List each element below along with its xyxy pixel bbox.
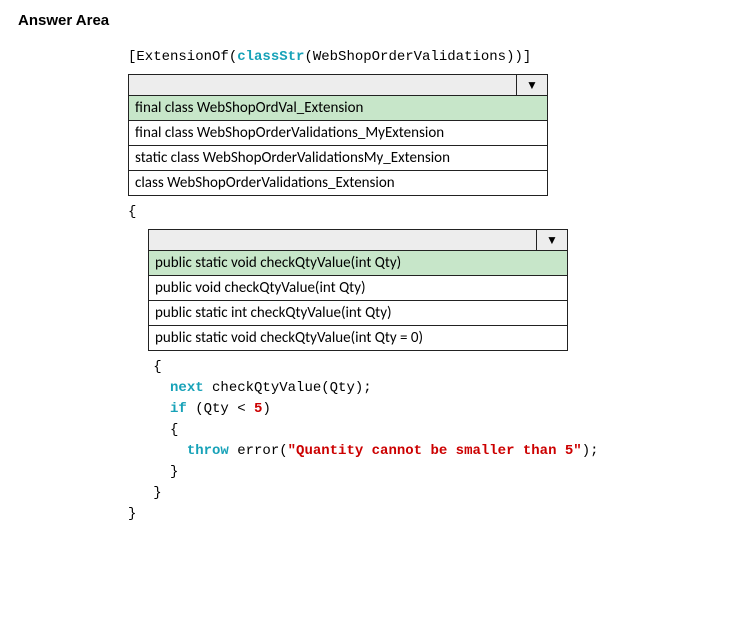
dropdown-option[interactable]: class WebShopOrderValidations_Extension — [128, 171, 548, 196]
attribute-line: [ExtensionOf(classStr(WebShopOrderValida… — [128, 47, 713, 68]
content-area: [ExtensionOf(classStr(WebShopOrderValida… — [128, 47, 713, 525]
dropdown-spacer — [149, 230, 537, 250]
dropdown-class-declaration[interactable]: ▼ final class WebShopOrdVal_Extension fi… — [128, 74, 548, 196]
dropdown-option[interactable]: public static int checkQtyValue(int Qty) — [148, 301, 568, 326]
dropdown-option[interactable]: static class WebShopOrderValidationsMy_E… — [128, 146, 548, 171]
class-brace-close: } — [128, 504, 713, 525]
inner-brace-open: { — [128, 420, 713, 441]
throw-line: throw error("Quantity cannot be smaller … — [128, 441, 713, 462]
if-kw: if — [170, 401, 187, 417]
method-brace-open: { — [128, 357, 713, 378]
dropdown-option[interactable]: public static void checkQtyValue(int Qty… — [148, 251, 568, 276]
dropdown-option[interactable]: final class WebShopOrderValidations_MyEx… — [128, 121, 548, 146]
method-brace-close: } — [128, 483, 713, 504]
classstr-kw: classStr — [237, 49, 304, 65]
dropdown-option[interactable]: public static void checkQtyValue(int Qty… — [148, 326, 568, 351]
page-title: Answer Area — [18, 12, 713, 29]
attr-rest: (WebShopOrderValidations))] — [304, 49, 531, 65]
next-call: checkQtyValue(Qty); — [204, 380, 372, 396]
dropdown-method-signature[interactable]: ▼ public static void checkQtyValue(int Q… — [148, 229, 568, 351]
if-close: ) — [262, 401, 270, 417]
attr-open: [ExtensionOf( — [128, 49, 237, 65]
dropdown-option[interactable]: final class WebShopOrdVal_Extension — [128, 96, 548, 121]
dropdown-header[interactable]: ▼ — [148, 229, 568, 251]
if-open: (Qty < — [187, 401, 254, 417]
chevron-down-icon[interactable]: ▼ — [517, 75, 547, 95]
if-line: if (Qty < 5) — [128, 399, 713, 420]
error-word: error( — [229, 443, 288, 459]
next-kw: next — [170, 380, 204, 396]
chevron-down-icon[interactable]: ▼ — [537, 230, 567, 250]
error-str: "Quantity cannot be smaller than 5" — [288, 443, 582, 459]
next-call-line: next checkQtyValue(Qty); — [128, 378, 713, 399]
throw-kw: throw — [187, 443, 229, 459]
brace-open: { — [128, 202, 713, 223]
inner-brace-close: } — [128, 462, 713, 483]
dropdown-header[interactable]: ▼ — [128, 74, 548, 96]
error-close: ); — [582, 443, 599, 459]
dropdown-option[interactable]: public void checkQtyValue(int Qty) — [148, 276, 568, 301]
dropdown-spacer — [129, 75, 517, 95]
